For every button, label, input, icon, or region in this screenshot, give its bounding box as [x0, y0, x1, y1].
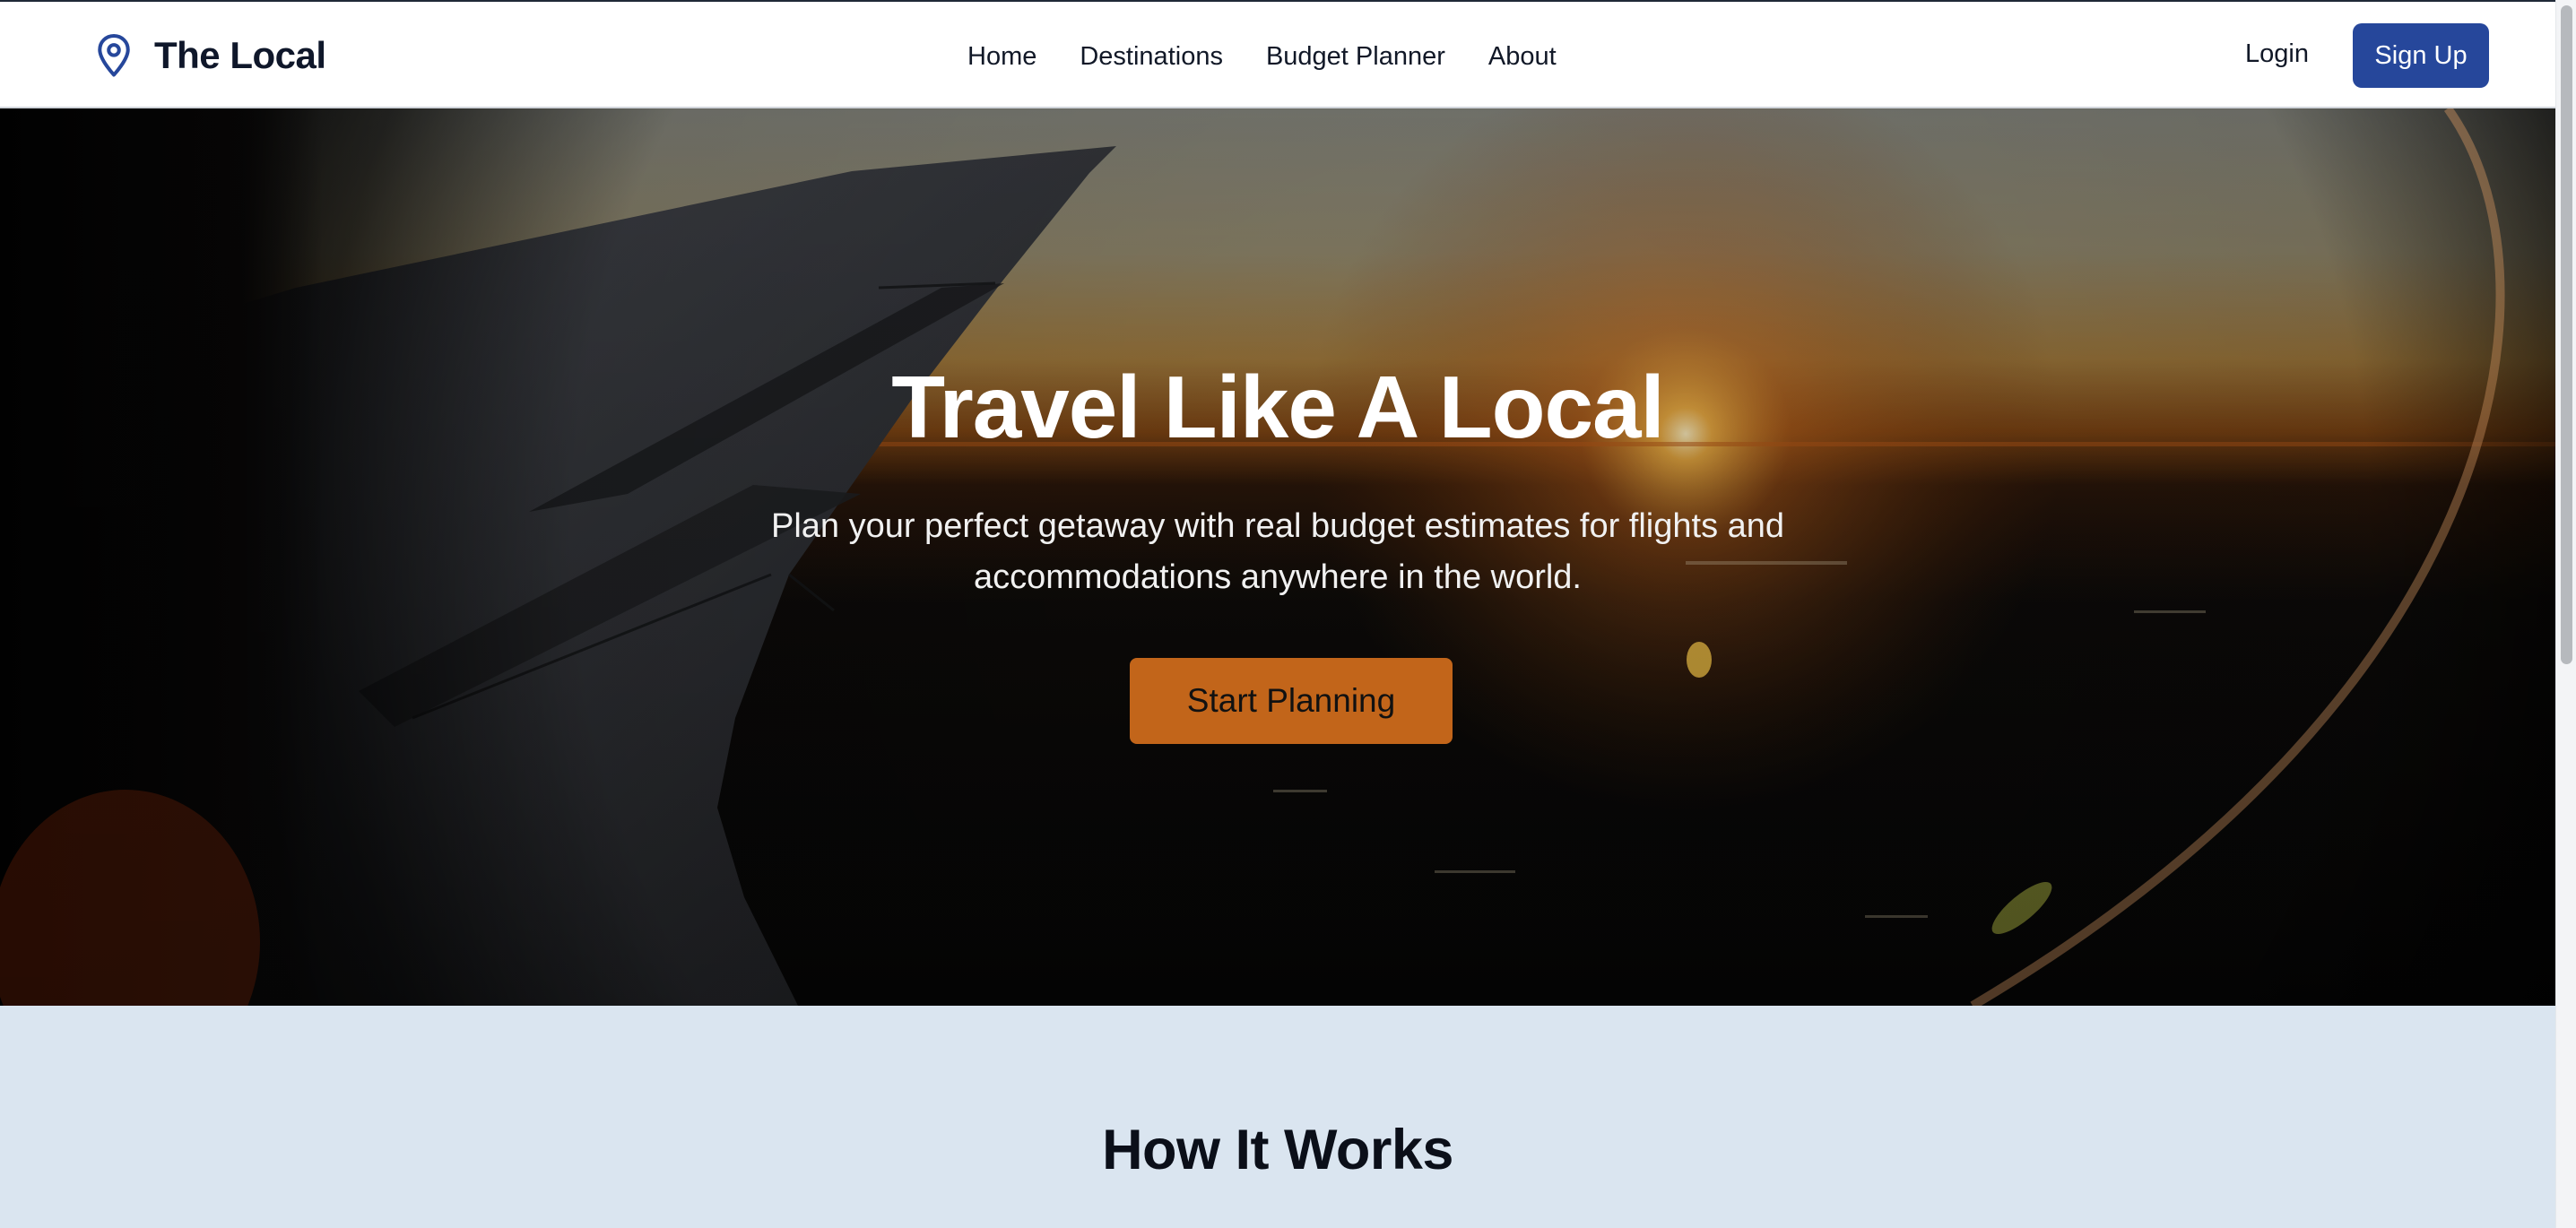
hero-content: Travel Like A Local Plan your perfect ge… [0, 108, 2555, 1006]
nav-link-budget-planner[interactable]: Budget Planner [1266, 42, 1445, 72]
scrollbar-thumb[interactable] [2561, 5, 2572, 664]
hero-section: Travel Like A Local Plan your perfect ge… [0, 108, 2555, 1006]
main-nav: Home Destinations Budget Planner About [967, 36, 1557, 77]
map-pin-icon [98, 33, 130, 77]
brand-name: The Local [154, 34, 326, 76]
nav-link-home[interactable]: Home [967, 42, 1036, 72]
sign-up-button[interactable]: Sign Up [2353, 23, 2489, 88]
start-planning-button[interactable]: Start Planning [1130, 658, 1453, 744]
brand-logo-link[interactable]: The Local [93, 32, 326, 79]
vertical-scrollbar[interactable] [2555, 0, 2576, 1228]
page: The Local Home Destinations Budget Plann… [0, 0, 2576, 1228]
login-link[interactable]: Login [2245, 39, 2309, 69]
site-header: The Local Home Destinations Budget Plann… [0, 0, 2555, 108]
nav-link-destinations[interactable]: Destinations [1080, 42, 1223, 72]
how-it-works-section: How It Works [0, 1006, 2555, 1228]
how-it-works-title: How It Works [1102, 1119, 1453, 1181]
nav-link-about[interactable]: About [1488, 42, 1557, 72]
hero-subtitle: Plan your perfect getaway with real budg… [770, 507, 1785, 596]
hero-title: Travel Like A Local [891, 358, 1665, 456]
